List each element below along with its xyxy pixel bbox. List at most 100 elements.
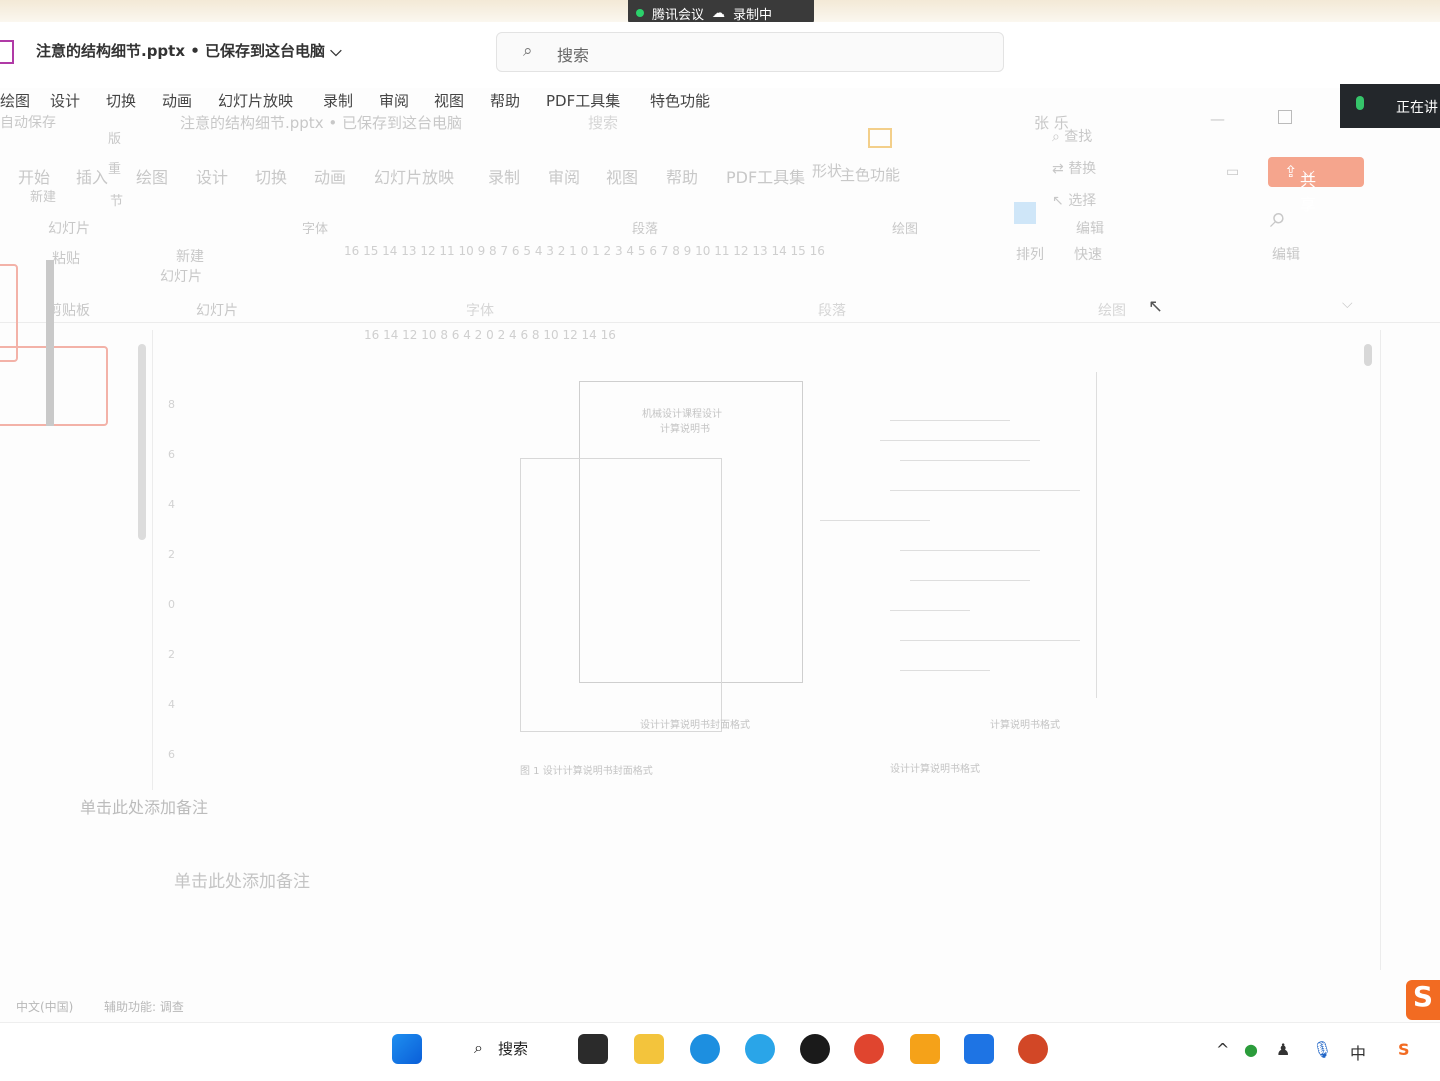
paste-button[interactable]: 粘贴 xyxy=(52,248,80,268)
tab-help[interactable]: 帮助 xyxy=(490,90,520,111)
select-button[interactable]: ↖ 选择 xyxy=(1052,190,1096,210)
new-slide-button-ghost[interactable]: 新建 xyxy=(30,186,56,205)
ghost-tab-pdf[interactable]: PDF工具集 xyxy=(726,164,805,188)
arrange-button[interactable]: 排列 xyxy=(1016,244,1044,264)
slides-label: 幻灯片 xyxy=(48,221,90,237)
tab-pdf-tools[interactable]: PDF工具集 xyxy=(546,90,620,111)
taskbar-search-icon: ⌕ xyxy=(474,1038,483,1057)
tab-slideshow[interactable]: 幻灯片放映 xyxy=(218,90,293,111)
ghost-tab-design[interactable]: 设计 xyxy=(196,164,228,188)
search-placeholder: 搜索 xyxy=(557,46,590,65)
comment-icon[interactable]: ▭ xyxy=(1226,164,1239,180)
reset-button[interactable]: 重 xyxy=(108,158,121,177)
powerpoint-icon[interactable] xyxy=(1018,1034,1048,1064)
search-input[interactable]: ⌕ 搜索 xyxy=(496,32,1004,72)
ghost-tab-view[interactable]: 视图 xyxy=(606,164,638,188)
qq-icon[interactable] xyxy=(800,1034,830,1064)
ghost-tab-insert[interactable]: 插入 xyxy=(76,164,108,188)
ghost-tab-animations[interactable]: 动画 xyxy=(314,164,346,188)
text-line xyxy=(900,460,1030,461)
ghost-tab-draw[interactable]: 绘图 xyxy=(136,164,168,188)
collapse-ribbon-icon[interactable]: ⌵ xyxy=(1342,296,1353,312)
cursor-icon: ↖ xyxy=(1052,193,1064,209)
picture-icon[interactable] xyxy=(1014,202,1036,224)
ghost-tab-review[interactable]: 审阅 xyxy=(548,164,580,188)
windows-start-icon[interactable] xyxy=(392,1034,422,1064)
language-status[interactable]: 中文(中国) xyxy=(16,998,73,1015)
document-title[interactable]: 注意的结构细节.pptx • 已保存到这台电脑 ⌵ xyxy=(36,40,342,61)
font-group-label: 字体 xyxy=(302,222,329,237)
tray-chevron-icon[interactable]: ^ xyxy=(1216,1040,1229,1059)
ime-indicator[interactable]: 中 xyxy=(1350,1040,1366,1064)
slide-caption-left: 图 1 设计计算说明书封面格式 xyxy=(520,766,653,777)
edge-browser-icon[interactable] xyxy=(690,1034,720,1064)
tencent-meeting-icon[interactable] xyxy=(964,1034,994,1064)
paragraph-group-label-2: 段落 xyxy=(818,303,846,319)
slide-scrollbar[interactable] xyxy=(1364,344,1372,366)
theme-features-button[interactable]: 主色功能 xyxy=(840,164,900,185)
share-button[interactable]: ⇪ 共享 ⌵ xyxy=(1268,157,1364,214)
tab-review[interactable]: 审阅 xyxy=(379,90,409,111)
new-slide-button[interactable]: 幻灯片 xyxy=(160,266,202,286)
app-g-icon[interactable] xyxy=(910,1034,940,1064)
chrome-icon[interactable] xyxy=(854,1034,884,1064)
find-button[interactable]: ⌕ 查找 xyxy=(1052,126,1092,146)
accessibility-status[interactable]: 辅助功能: 调查 xyxy=(104,998,184,1015)
replace-button[interactable]: ⇄ 替换 xyxy=(1052,158,1096,178)
slide-thumbnail-2[interactable] xyxy=(0,346,108,426)
notes-placeholder-ghost[interactable]: 单击此处添加备注 xyxy=(80,794,208,818)
minimize-icon[interactable]: — xyxy=(1210,110,1225,128)
paragraph-group-label: 段落 xyxy=(632,222,659,237)
ghost-scrollbar[interactable] xyxy=(46,260,54,426)
tab-transitions[interactable]: 切换 xyxy=(106,90,136,111)
notes-placeholder[interactable]: 单击此处添加备注 xyxy=(174,867,310,892)
tab-record[interactable]: 录制 xyxy=(323,90,353,111)
tab-view[interactable]: 视图 xyxy=(434,90,464,111)
save-icon[interactable] xyxy=(0,40,14,64)
cloud-icon: ☁ xyxy=(712,5,726,21)
tray-qq-icon[interactable]: ♟ xyxy=(1276,1040,1290,1059)
file-explorer-icon[interactable] xyxy=(634,1034,664,1064)
tab-design[interactable]: 设计 xyxy=(50,90,80,111)
tray-microphone-icon[interactable]: 🎙 xyxy=(1312,1040,1332,1059)
maximize-icon[interactable] xyxy=(1278,110,1292,124)
ruler-top: 16 14 12 10 8 6 4 2 0 2 4 6 8 10 12 14 1… xyxy=(364,328,616,342)
ghost-tab-transitions[interactable]: 切换 xyxy=(255,164,287,188)
text-line xyxy=(820,520,930,521)
text-line xyxy=(900,550,1040,551)
tab-draw[interactable]: 绘图 xyxy=(0,90,30,111)
ghost-tab-slideshow[interactable]: 幻灯片放映 xyxy=(374,164,454,188)
mouse-cursor-icon: ↖ xyxy=(1148,296,1164,317)
thumbnail-scrollbar[interactable] xyxy=(138,344,146,540)
sogou-ime-icon[interactable]: S xyxy=(1406,980,1440,1020)
slide-title-2: 计算说明书 xyxy=(660,424,710,435)
taskbar-search-button[interactable]: 搜索 xyxy=(498,1038,528,1059)
drawing-group-label-2: 绘图 xyxy=(1098,303,1126,319)
tray-app-icon[interactable]: ● xyxy=(1244,1040,1258,1059)
find-icon: ⌕ xyxy=(1052,129,1060,145)
shapes-icon[interactable] xyxy=(868,128,892,148)
tab-features[interactable]: 特色功能 xyxy=(650,90,710,111)
quick-style-button[interactable]: 快速 xyxy=(1074,244,1102,264)
tray-sogou-icon[interactable]: S xyxy=(1398,1040,1410,1059)
autosave-label[interactable]: 自动保存 xyxy=(0,112,56,132)
shape-fill-button[interactable]: 形状 xyxy=(812,160,842,181)
new-slide-button-label[interactable]: 新建 xyxy=(176,246,204,266)
layout-button[interactable]: 版 xyxy=(108,128,121,147)
slide-title-1: 机械设计课程设计 xyxy=(642,409,722,420)
ghost-tab-home[interactable]: 开始 xyxy=(18,164,50,188)
ruler-left-mark: 2 xyxy=(168,648,175,661)
task-view-icon[interactable] xyxy=(578,1034,608,1064)
section-button[interactable]: 节 xyxy=(110,190,123,209)
ghost-tab-record[interactable]: 录制 xyxy=(488,164,520,188)
meeting-app-label: 腾讯会议 xyxy=(652,7,705,23)
ghost-tab-help[interactable]: 帮助 xyxy=(666,164,698,188)
ie-browser-icon[interactable] xyxy=(745,1034,775,1064)
tab-animations[interactable]: 动画 xyxy=(162,90,192,111)
speaking-label: 正在讲 xyxy=(1396,100,1438,116)
select-label: 选择 xyxy=(1068,193,1097,209)
replace-label: 替换 xyxy=(1068,161,1097,177)
edit-button[interactable]: 编辑 xyxy=(1272,244,1300,264)
drawing-group-label: 绘图 xyxy=(892,222,919,237)
signal-icon xyxy=(636,9,644,17)
